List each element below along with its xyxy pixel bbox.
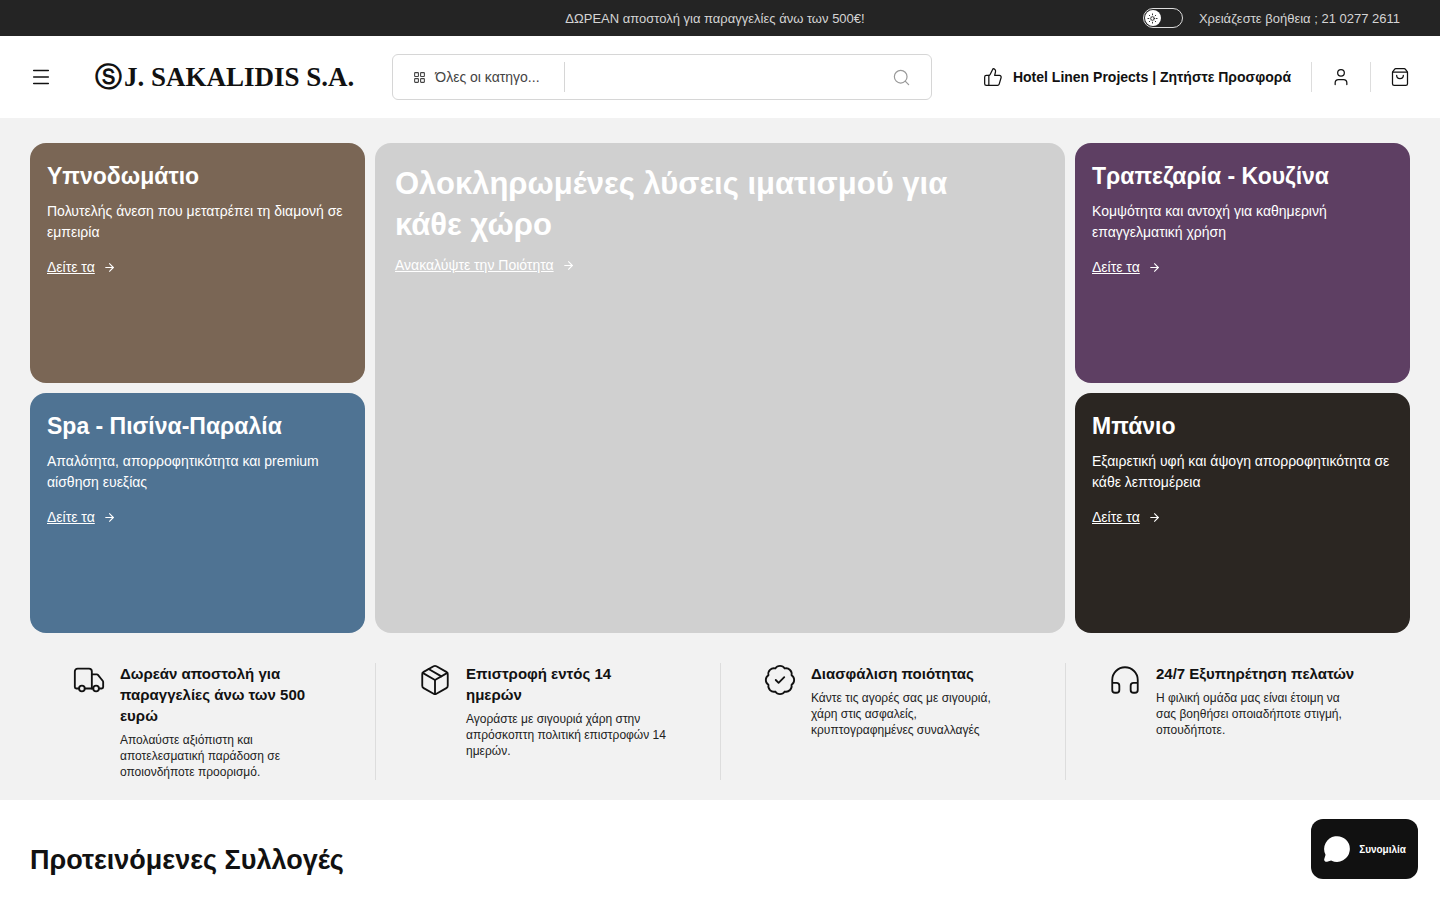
arrow-right-icon	[1148, 261, 1161, 274]
arrow-right-icon	[1148, 511, 1161, 524]
card-link[interactable]: Δείτε τα	[1092, 259, 1393, 275]
menu-button[interactable]	[30, 66, 52, 88]
card-link[interactable]: Ανακαλύψτε την Ποιότητα	[395, 257, 1045, 273]
quote-link[interactable]: Hotel Linen Projects | Ζητήστε Προσφορά	[983, 67, 1311, 87]
theme-toggle[interactable]	[1143, 8, 1183, 28]
cart-button[interactable]	[1371, 67, 1410, 87]
category-card[interactable]: ΥπνοδωμάτιοΠολυτελής άνεση που μετατρέπε…	[30, 143, 365, 383]
search-input[interactable]	[565, 69, 893, 85]
thumbs-up-icon	[983, 67, 1003, 87]
account-button[interactable]	[1312, 67, 1370, 87]
quality-badge-icon	[763, 663, 797, 697]
category-card[interactable]: ΜπάνιοΕξαιρετική υφή και άψογη απορροφητ…	[1075, 393, 1410, 633]
help-phone[interactable]: Χρειάζεστε βοήθεια ; 21 0277 2611	[1199, 11, 1400, 26]
card-link[interactable]: Δείτε τα	[47, 259, 348, 275]
logo[interactable]: ⓈJ. SAKALIDIS S.A.	[95, 59, 354, 95]
feature-item: Επιστροφή εντός 14 ημερώνΑγοράστε με σιγ…	[375, 663, 720, 780]
site-header: ⓈJ. SAKALIDIS S.A. Όλες οι κατηγο... Hotel…	[0, 36, 1440, 118]
hero-section: ΥπνοδωμάτιοΠολυτελής άνεση που μετατρέπε…	[0, 118, 1440, 800]
announcement-text: ΔΩΡΕΑΝ αποστολή για παραγγελίες άνω των …	[565, 11, 864, 26]
search-bar: Όλες οι κατηγο...	[392, 54, 932, 100]
arrow-right-icon	[103, 511, 116, 524]
hamburger-icon	[30, 66, 52, 88]
bag-icon	[1390, 67, 1410, 87]
chat-icon	[1323, 835, 1351, 863]
search-button[interactable]	[892, 68, 911, 87]
feature-item: Διασφάλιση ποιότηταςΚάντε τις αγορές σας…	[720, 663, 1065, 780]
category-card[interactable]: Spa - Πισίνα-ΠαραλίαΑπαλότητα, απορροφητ…	[30, 393, 365, 633]
sun-icon	[1147, 13, 1158, 24]
features-row: Δωρεάν αποστολή για παραγγελίες άνω των …	[30, 663, 1410, 780]
arrow-right-icon	[103, 261, 116, 274]
category-card[interactable]: Τραπεζαρία - ΚουζίναΚομψότητα και αντοχή…	[1075, 143, 1410, 383]
truck-icon	[72, 663, 106, 697]
hero-banner[interactable]: Ολοκληρωμένες λύσεις ιματισμού για κάθε …	[375, 143, 1065, 633]
grid-icon	[413, 71, 426, 84]
announcement-bar: ΔΩΡΕΑΝ αποστολή για παραγγελίες άνω των …	[0, 0, 1440, 36]
search-icon	[892, 68, 911, 87]
card-link[interactable]: Δείτε τα	[1092, 509, 1393, 525]
card-link[interactable]: Δείτε τα	[47, 509, 348, 525]
headphones-icon	[1108, 663, 1142, 697]
feature-item: Δωρεάν αποστολή για παραγγελίες άνω των …	[30, 663, 375, 780]
feature-item: 24/7 Εξυπηρέτηση πελατώνΗ φιλική ομάδα μ…	[1065, 663, 1410, 780]
user-icon	[1331, 67, 1351, 87]
package-icon	[418, 663, 452, 697]
arrow-right-icon	[562, 259, 575, 272]
featured-collections: Προτεινόμενες Συλλογές	[0, 800, 1440, 900]
category-select[interactable]: Όλες οι κατηγο...	[413, 62, 564, 92]
chat-button[interactable]: Συνομιλία	[1311, 819, 1418, 879]
